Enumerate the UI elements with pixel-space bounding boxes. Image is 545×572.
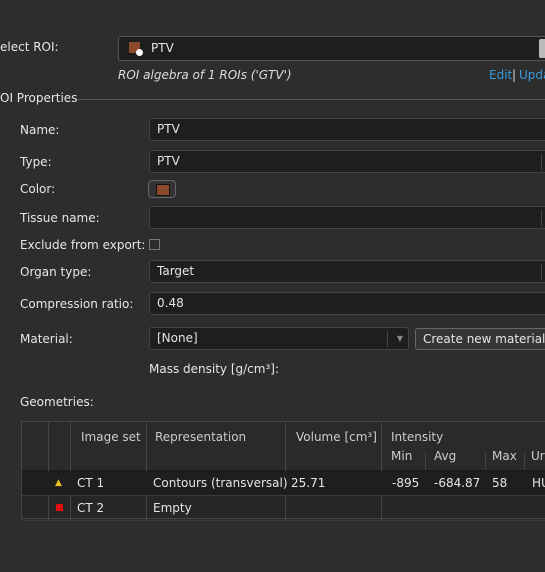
create-new-material-button[interactable]: Create new material... [415, 328, 545, 350]
color-label: Color: [20, 182, 56, 196]
header-unit[interactable]: Ur [531, 449, 545, 463]
update-link[interactable]: Upda [519, 68, 545, 82]
name-input[interactable]: PTV [149, 118, 545, 141]
tissue-name-dropdown[interactable] [149, 206, 545, 229]
organ-type-dropdown[interactable]: Target [149, 260, 545, 283]
cell-volume: 25.71 [291, 476, 326, 490]
cell-representation: Contours (transversal) [153, 476, 288, 490]
header-representation[interactable]: Representation [155, 430, 246, 444]
mass-density-label: Mass density [g/cm³]: [149, 362, 280, 376]
cell-image-set: CT 2 [77, 501, 105, 515]
dropdown-button[interactable] [539, 39, 545, 58]
material-value: [None] [157, 331, 198, 345]
cell-max: 58 [492, 476, 508, 490]
material-dropdown[interactable]: [None] ▼ [149, 327, 409, 350]
type-value: PTV [157, 154, 180, 168]
edit-link[interactable]: Edit [489, 68, 512, 82]
exclude-from-export-checkbox[interactable] [149, 239, 160, 250]
section-title: OI Properties [0, 91, 78, 105]
roi-algebra-description: ROI algebra of 1 ROIs ('GTV') [118, 68, 292, 82]
geometries-label: Geometries: [20, 395, 94, 409]
type-dropdown[interactable]: PTV [149, 150, 545, 173]
roi-dot-icon [136, 49, 143, 56]
section-divider [78, 99, 545, 100]
chevron-down-icon: ▼ [396, 334, 403, 343]
organ-type-label: Organ type: [20, 265, 92, 279]
color-picker-button[interactable] [148, 180, 176, 198]
roi-dropdown-value: PTV [151, 41, 174, 55]
header-volume[interactable]: Volume [cm³] [296, 430, 377, 444]
header-min[interactable]: Min [391, 449, 412, 463]
cell-avg: -684.87 [434, 476, 481, 490]
color-swatch [156, 184, 170, 196]
organ-type-value: Target [157, 264, 195, 278]
exclude-from-export-label: Exclude from export: [20, 238, 146, 252]
name-label: Name: [20, 123, 60, 137]
geometries-table: Image set Representation Volume [cm³] In… [21, 421, 545, 521]
header-max[interactable]: Max [492, 449, 517, 463]
table-row[interactable]: CT 2 Empty [22, 496, 545, 521]
tissue-name-label: Tissue name: [20, 211, 100, 225]
table-row[interactable]: ▲ CT 1 Contours (transversal) 25.71 -895… [22, 471, 545, 496]
roi-dropdown[interactable]: PTV [118, 36, 545, 61]
warning-triangle-icon: ▲ [55, 478, 62, 488]
cell-unit: HU [532, 476, 545, 490]
material-label: Material: [20, 332, 73, 346]
cell-image-set: CT 1 [77, 476, 105, 490]
type-label: Type: [20, 155, 52, 169]
cell-min: -895 [392, 476, 420, 490]
link-separator: | [512, 68, 517, 82]
compression-ratio-input[interactable]: 0.48 [149, 292, 545, 315]
cell-representation: Empty [153, 501, 192, 515]
compression-ratio-value: 0.48 [157, 296, 184, 310]
header-intensity: Intensity [391, 430, 444, 444]
error-square-icon [56, 504, 63, 511]
header-image-set[interactable]: Image set [81, 430, 141, 444]
select-roi-label: elect ROI: [0, 40, 59, 54]
compression-ratio-label: Compression ratio: [20, 297, 134, 311]
header-avg[interactable]: Avg [434, 449, 456, 463]
name-value: PTV [157, 122, 180, 136]
